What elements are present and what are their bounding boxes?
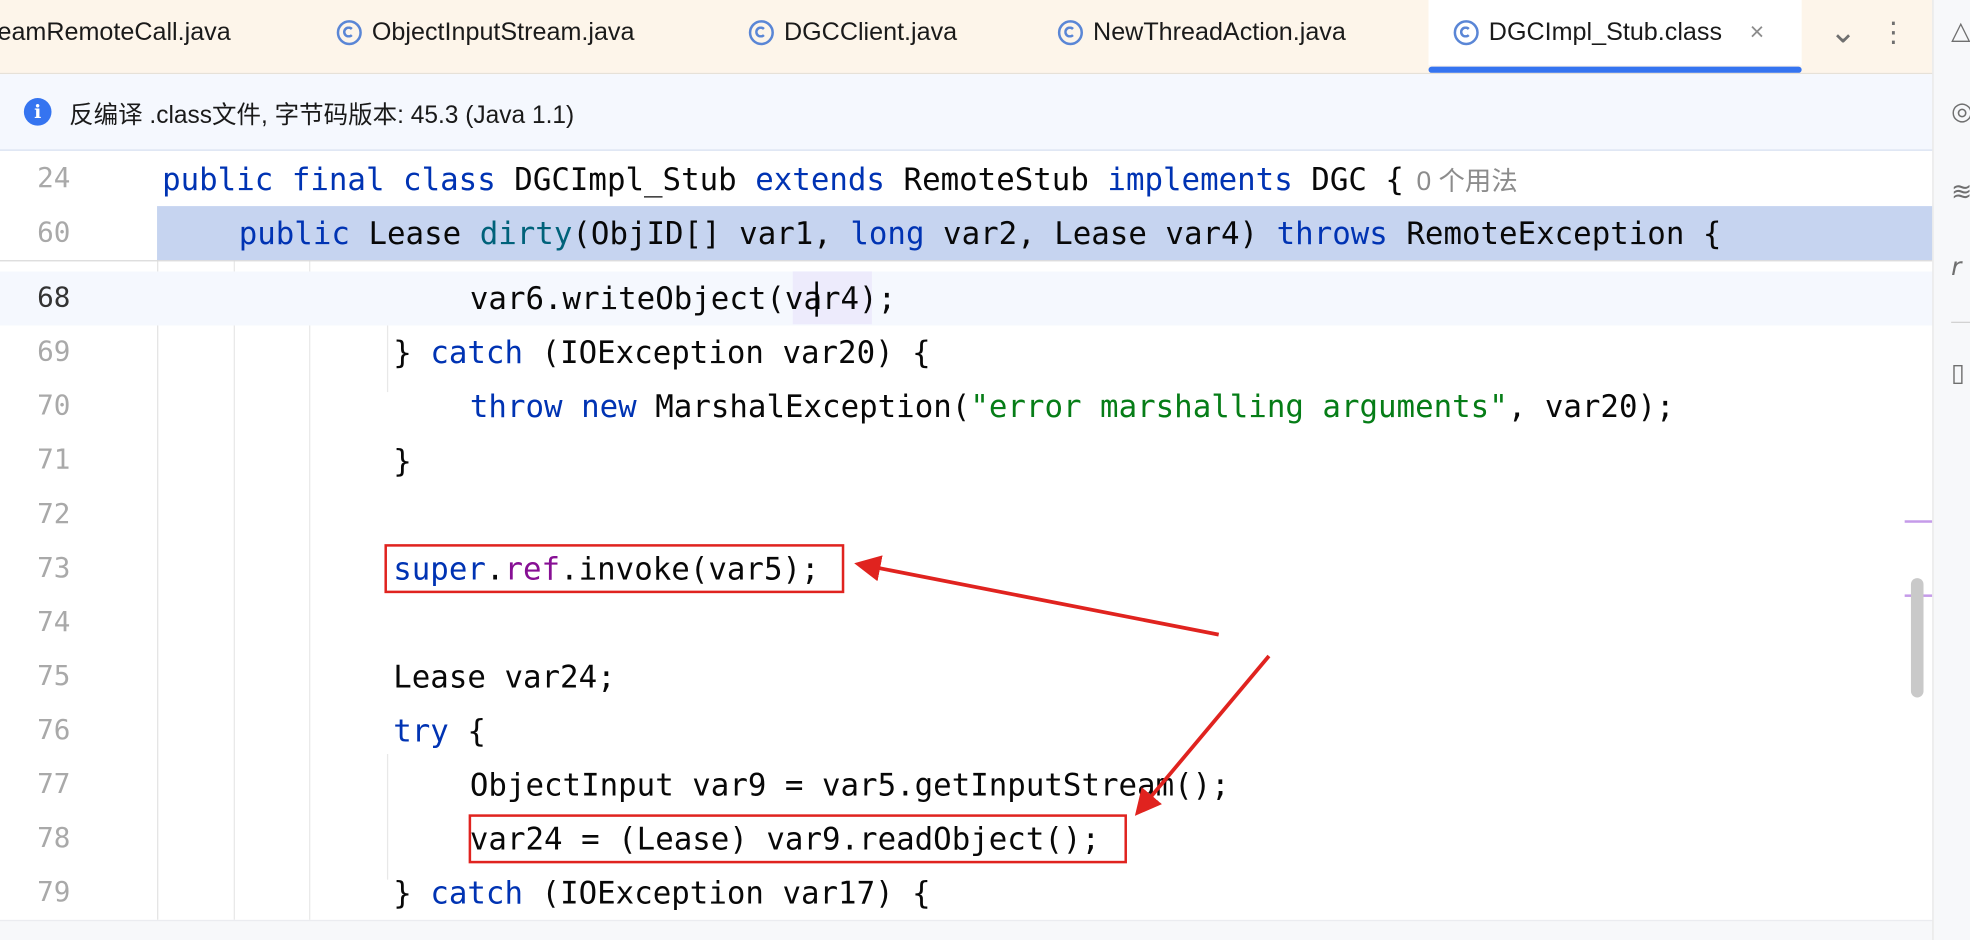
tool-strip-separator xyxy=(1951,321,1970,323)
ai-assistant-icon[interactable]: ◎ xyxy=(1951,96,1970,126)
database-icon[interactable]: ≋ xyxy=(1951,176,1970,206)
device-manager-icon[interactable]: ▯ xyxy=(1951,357,1970,387)
right-tool-strip: △ ◎ ≋ r ▯ xyxy=(1932,0,1970,940)
annotation-arrows xyxy=(854,555,1271,816)
notifications-icon[interactable]: △ xyxy=(1951,15,1970,45)
editor-bottom-strip xyxy=(0,919,1933,940)
ide-window: eamRemoteCall.java ObjectInputStream.jav… xyxy=(0,0,1970,940)
arrow-to-read-object xyxy=(1134,654,1271,816)
maven-icon[interactable]: r xyxy=(1951,251,1970,281)
arrow-to-invoke xyxy=(854,555,1220,637)
